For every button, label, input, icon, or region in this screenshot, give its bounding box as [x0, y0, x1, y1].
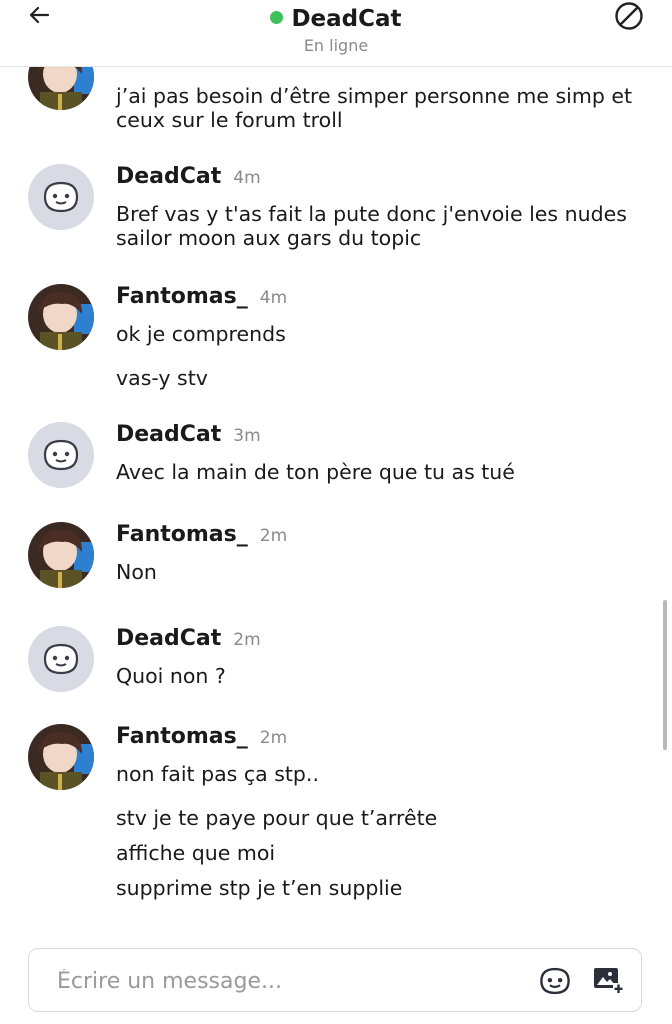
message-time: 4m: [259, 288, 288, 308]
avatar-fantomas[interactable]: [28, 284, 94, 350]
block-icon: [615, 2, 643, 30]
message-author[interactable]: Fantomas_: [116, 284, 248, 309]
chat-header: DeadCat En ligne: [0, 0, 672, 67]
message-time: 2m: [259, 728, 288, 748]
message-text: Bref vas y t'as fait la pute donc j'envo…: [116, 202, 627, 250]
message-author[interactable]: DeadCat: [116, 626, 221, 651]
message-text: j’ai pas besoin d’être simper personne m…: [116, 84, 633, 132]
message-author[interactable]: DeadCat: [116, 422, 221, 447]
message-text: vas-y stv: [116, 366, 208, 390]
message-time: 3m: [233, 426, 261, 446]
online-status-text: En ligne: [303, 36, 369, 55]
avatar-fantomas[interactable]: [28, 522, 94, 588]
message-time: 4m: [233, 168, 261, 188]
avatar-fantomas[interactable]: [28, 724, 94, 790]
block-user-button[interactable]: [612, 0, 646, 32]
emoji-button[interactable]: [537, 963, 573, 999]
message-composer: [28, 948, 642, 1012]
emoji-face-icon: [540, 967, 570, 995]
message-author[interactable]: DeadCat: [116, 164, 221, 189]
avatar-deadcat[interactable]: [28, 626, 94, 692]
chat-title: DeadCat En ligne: [0, 4, 672, 57]
message-list: j’ai pas besoin d’être simper personne m…: [0, 0, 672, 944]
online-status-dot: [270, 11, 284, 24]
message-text: ok je comprends: [116, 322, 286, 346]
message-text: Non: [116, 560, 157, 584]
contact-name[interactable]: DeadCat: [291, 6, 401, 32]
message-text: Quoi non ?: [116, 664, 226, 688]
message-author[interactable]: Fantomas_: [116, 724, 248, 749]
avatar-deadcat[interactable]: [28, 422, 94, 488]
message-author[interactable]: Fantomas_: [116, 522, 248, 547]
message-text: non fait pas ça stp..: [116, 762, 319, 786]
add-image-icon: [594, 968, 624, 994]
message-input[interactable]: [55, 961, 509, 1001]
message-time: 2m: [259, 526, 288, 546]
message-time: 2m: [233, 630, 261, 650]
message-text: stv je te paye pour que t’arrête: [116, 806, 438, 830]
scrollbar[interactable]: [663, 600, 667, 750]
add-image-button[interactable]: [591, 963, 627, 999]
message-text: affiche que moi: [116, 841, 276, 865]
message-text: Avec la main de ton père que tu as tué: [116, 460, 515, 484]
avatar-deadcat[interactable]: [28, 164, 94, 230]
message-text: supprime stp je t’en supplie: [116, 876, 403, 900]
